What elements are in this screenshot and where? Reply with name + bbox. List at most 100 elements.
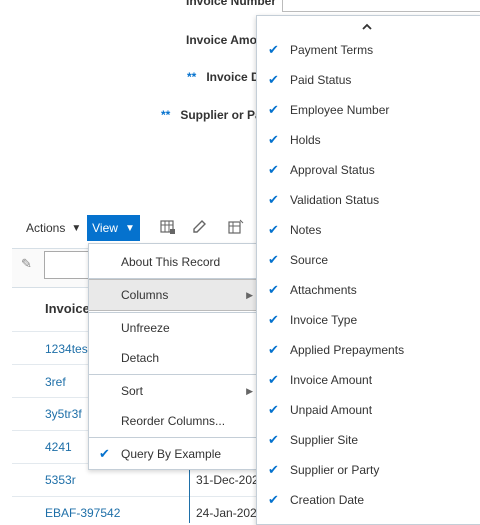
scroll-up-icon[interactable] [361, 21, 373, 36]
invoice-amount-label: Invoice Amo [186, 33, 257, 47]
menu-item-label: About This Record [121, 255, 221, 269]
column-header-invoice[interactable]: Invoice [45, 301, 90, 316]
invoice-link[interactable]: 5353r [45, 473, 76, 487]
invoice-number-input[interactable] [282, 0, 480, 12]
view-menu-button[interactable]: View ▼ [87, 215, 140, 241]
chevron-down-icon: ▼ [124, 222, 135, 234]
invoice-link[interactable]: 3ref [45, 375, 66, 389]
column-toggle-label: Creation Date [290, 493, 365, 507]
column-divider [189, 463, 190, 523]
checkmark-icon: ✔ [268, 402, 279, 417]
actions-label: Actions [26, 221, 66, 235]
supplier-label: ** Supplier or Pa [161, 108, 262, 122]
column-toggle-label: Holds [290, 133, 321, 147]
menu-separator [89, 437, 257, 438]
checkmark-icon: ✔ [268, 72, 279, 87]
clear-filter-icon[interactable]: ✎ [21, 256, 32, 272]
invoice-link[interactable]: 4241 [45, 440, 72, 454]
column-toggle-holds[interactable]: ✔ Holds [257, 125, 480, 155]
column-toggle-label: Invoice Amount [290, 373, 373, 387]
column-toggle-invoice-type[interactable]: ✔ Invoice Type [257, 305, 480, 335]
column-toggle-label: Validation Status [290, 193, 380, 207]
supplier-label-text: Supplier or Pa [180, 108, 262, 122]
menu-item-sort[interactable]: Sort ▶ [89, 376, 257, 406]
menu-item-reorder-columns[interactable]: Reorder Columns... [89, 406, 257, 436]
checkmark-icon: ✔ [268, 102, 279, 117]
column-toggle-label: Attachments [290, 283, 357, 297]
column-toggle-label: Employee Number [290, 103, 390, 117]
column-toggle-label: Applied Prepayments [290, 343, 405, 357]
column-toggle-label: Paid Status [290, 73, 352, 87]
invoice-link[interactable]: 3y5tr3f [45, 407, 82, 421]
view-menu: About This Record Columns ▶ Unfreeze Det… [88, 243, 258, 470]
checkmark-icon: ✔ [268, 222, 279, 237]
column-toggle-attachments[interactable]: ✔ Attachments [257, 275, 480, 305]
invoice-link[interactable]: 1234tes [45, 342, 88, 356]
format-columns-icon[interactable] [159, 218, 177, 236]
required-marker: ** [161, 108, 171, 122]
column-toggle-applied-prepayments[interactable]: ✔ Applied Prepayments [257, 335, 480, 365]
table-row-divider [12, 496, 260, 497]
menu-item-label: Detach [121, 351, 160, 365]
invoice-link[interactable]: EBAF-397542 [45, 506, 120, 520]
invoice-date-cell: 31-Dec-202 [196, 473, 259, 487]
column-toggle-employee-number[interactable]: ✔ Employee Number [257, 95, 480, 125]
column-toggle-label: Approval Status [290, 163, 375, 177]
column-toggle-validation-status[interactable]: ✔ Validation Status [257, 185, 480, 215]
column-toggle-label: Notes [290, 223, 322, 237]
column-toggle-label: Supplier or Party [290, 463, 380, 477]
submenu-arrow-icon: ▶ [246, 385, 253, 396]
invoice-date-cell: 24-Jan-202 [196, 506, 257, 520]
submenu-arrow-icon: ▶ [246, 289, 253, 300]
menu-item-unfreeze[interactable]: Unfreeze [89, 313, 257, 343]
chevron-down-icon: ▼ [71, 222, 82, 234]
view-label: View [92, 221, 118, 235]
menu-item-label: Unfreeze [121, 321, 170, 335]
checkmark-icon: ✔ [268, 132, 279, 147]
menu-item-query-by-example[interactable]: ✔ Query By Example [89, 439, 257, 469]
column-toggle-invoice-amount[interactable]: ✔ Invoice Amount [257, 365, 480, 395]
column-toggle-label: Supplier Site [290, 433, 359, 447]
column-toggle-paid-status[interactable]: ✔ Paid Status [257, 65, 480, 95]
actions-menu-button[interactable]: Actions ▼ [26, 218, 81, 238]
checkmark-icon: ✔ [268, 342, 279, 357]
checkmark-icon: ✔ [268, 252, 279, 267]
checkmark-icon: ✔ [268, 462, 279, 477]
invoice-date-label-text: Invoice D [206, 70, 260, 84]
column-toggle-approval-status[interactable]: ✔ Approval Status [257, 155, 480, 185]
checkmark-icon: ✔ [268, 492, 279, 507]
checkmark-icon: ✔ [268, 312, 279, 327]
checkmark-icon: ✔ [268, 162, 279, 177]
invoice-date-label: ** Invoice D [187, 70, 260, 84]
checkmark-icon: ✔ [268, 42, 279, 57]
edit-pencil-icon[interactable] [190, 218, 208, 236]
column-toggle-label: Unpaid Amount [290, 403, 373, 417]
column-toggle-supplier-site[interactable]: ✔ Supplier Site [257, 425, 480, 455]
menu-item-label: Query By Example [121, 447, 222, 461]
menu-item-columns[interactable]: Columns ▶ [89, 279, 257, 311]
menu-item-label: Columns [121, 288, 169, 302]
column-toggle-unpaid-amount[interactable]: ✔ Unpaid Amount [257, 395, 480, 425]
checkmark-icon: ✔ [268, 192, 279, 207]
menu-item-detach[interactable]: Detach [89, 343, 257, 373]
freeze-icon[interactable] [227, 218, 245, 236]
column-toggle-creation-date[interactable]: ✔ Creation Date [257, 485, 480, 515]
column-toggle-supplier-or-party[interactable]: ✔ Supplier or Party [257, 455, 480, 485]
required-marker: ** [187, 70, 197, 84]
menu-item-about-this-record[interactable]: About This Record [89, 247, 257, 277]
checkmark-icon: ✔ [268, 282, 279, 297]
checkmark-icon: ✔ [268, 372, 279, 387]
column-toggle-label: Invoice Type [290, 313, 358, 327]
column-toggle-label: Source [290, 253, 329, 267]
column-toggle-notes[interactable]: ✔ Notes [257, 215, 480, 245]
checkmark-icon: ✔ [268, 432, 279, 447]
menu-item-label: Sort [121, 384, 144, 398]
column-toggle-label: Payment Terms [290, 43, 374, 57]
checkmark-icon: ✔ [99, 446, 110, 461]
columns-submenu: ✔ Payment Terms ✔ Paid Status ✔ Employee Nu… [256, 15, 480, 525]
invoice-number-label: Invoice Number [186, 0, 277, 8]
menu-separator [89, 374, 257, 375]
menu-item-label: Reorder Columns... [121, 414, 226, 428]
column-toggle-source[interactable]: ✔ Source [257, 245, 480, 275]
column-toggle-payment-terms[interactable]: ✔ Payment Terms [257, 35, 480, 65]
